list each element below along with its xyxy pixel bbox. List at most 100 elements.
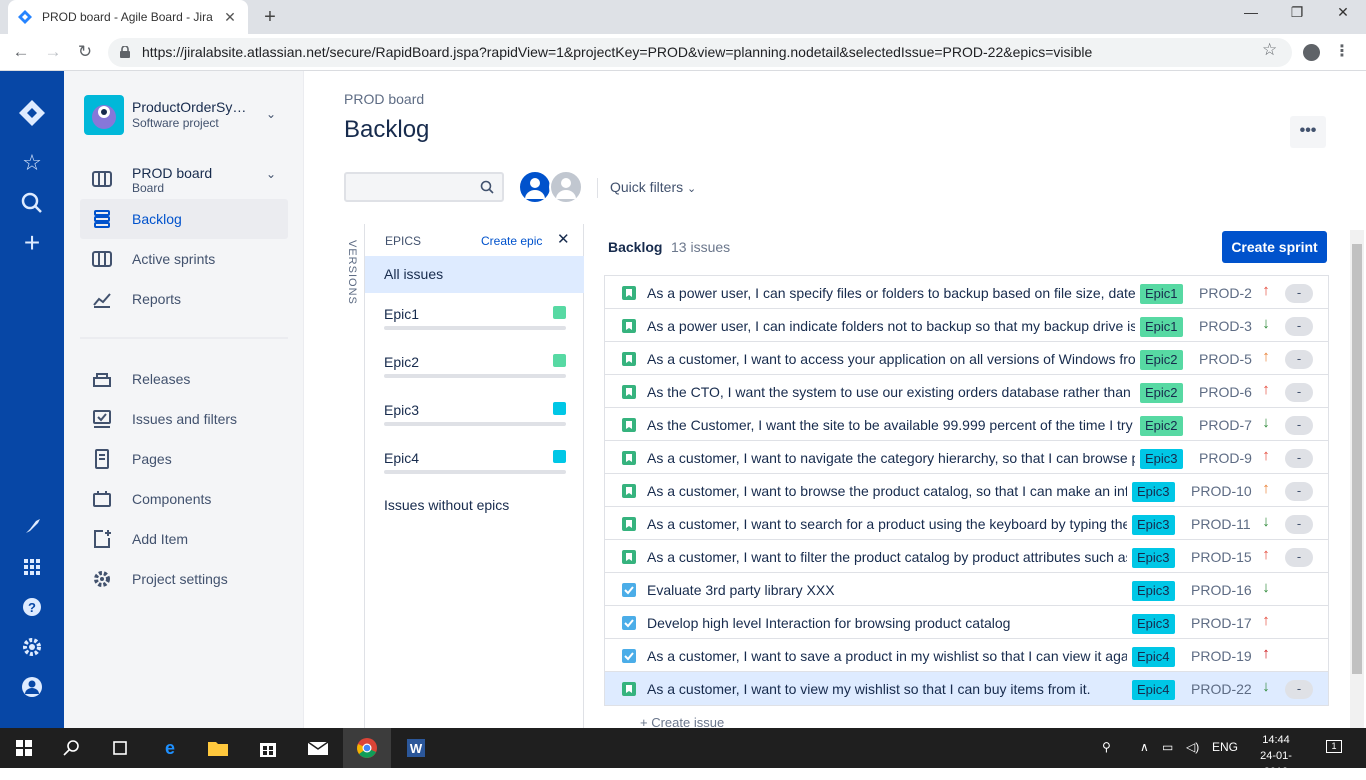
estimate-badge[interactable]: - [1285,449,1313,468]
epic-badge[interactable]: Epic3 [1132,614,1175,634]
close-icon[interactable]: ✕ [557,230,570,248]
people-icon[interactable]: ⚲ [1102,740,1111,754]
create-icon[interactable]: + [16,227,48,259]
chrome-icon[interactable] [355,736,379,760]
minimize-button[interactable]: — [1228,4,1274,20]
estimate-badge[interactable]: - [1285,482,1313,501]
versions-panel-toggle[interactable]: VERSIONS [346,240,358,305]
epic-badge[interactable]: Epic3 [1132,482,1175,502]
avatar[interactable] [518,170,552,204]
epic-badge[interactable]: Epic3 [1132,548,1175,568]
project-switcher[interactable]: ProductOrderSy… Software project ⌄ [84,95,294,137]
issue-key[interactable]: PROD-9 [1199,450,1252,466]
account-avatar-icon[interactable] [1303,44,1320,61]
issue-key[interactable]: PROD-7 [1199,417,1252,433]
sidebar-item-releases[interactable]: Releases [80,359,288,399]
issue-row[interactable]: As a customer, I want to access your app… [605,342,1328,375]
restore-button[interactable]: ❐ [1274,4,1320,21]
sidebar-item-backlog[interactable]: Backlog [80,199,288,239]
issue-key[interactable]: PROD-5 [1199,351,1252,367]
issue-key[interactable]: PROD-19 [1191,648,1252,664]
window-close-button[interactable]: ✕ [1320,4,1366,21]
epic-badge[interactable]: Epic2 [1140,416,1183,436]
input-language[interactable]: ENG [1212,740,1238,754]
issue-row[interactable]: Develop high level Interaction for brows… [605,606,1328,639]
issue-row[interactable]: As the Customer, I want the site to be a… [605,408,1328,441]
epic-badge[interactable]: Epic2 [1140,383,1183,403]
sidebar-item-components[interactable]: Components [80,479,288,519]
issue-row[interactable]: As a customer, I want to save a product … [605,639,1328,672]
help-icon[interactable]: ? [16,591,48,623]
browser-tab[interactable]: PROD board - Agile Board - Jira ✕ [8,0,248,34]
chevron-down-icon[interactable] [553,450,566,463]
issue-row[interactable]: As a customer, I want to view my wishlis… [605,672,1328,705]
issue-key[interactable]: PROD-10 [1191,483,1252,499]
issue-key[interactable]: PROD-11 [1191,516,1251,532]
epic-badge[interactable]: Epic3 [1132,581,1175,601]
issue-key[interactable]: PROD-22 [1191,681,1252,697]
browser-menu-icon[interactable]: ⋮ [1334,41,1350,61]
edge-browser-icon[interactable]: e [158,736,182,760]
issue-row[interactable]: As a customer, I want to filter the prod… [605,540,1328,573]
issue-key[interactable]: PROD-17 [1191,615,1252,631]
sidebar-item-active-sprints[interactable]: Active sprints [80,239,288,279]
epic-badge[interactable]: Epic4 [1132,647,1175,667]
sidebar-item-issues-and-filters[interactable]: Issues and filters [80,399,288,439]
bookmark-star-icon[interactable]: ☆ [1262,40,1277,60]
issue-row[interactable]: As a power user, I can specify files or … [605,276,1328,309]
create-epic-link[interactable]: Create epic [481,234,542,248]
epic-item[interactable]: Epic3 [384,402,566,442]
issue-row[interactable]: As a customer, I want to navigate the ca… [605,441,1328,474]
breadcrumb[interactable]: PROD board [344,91,424,107]
issue-row[interactable]: As the CTO, I want the system to use our… [605,375,1328,408]
search-icon[interactable] [16,187,48,219]
epic-badge[interactable]: Epic4 [1132,680,1175,700]
profile-avatar-icon[interactable] [16,671,48,703]
epic-item[interactable]: Epic1 [384,306,566,346]
chevron-up-icon[interactable]: ∧ [1140,740,1149,754]
new-tab-button[interactable]: + [260,6,280,29]
board-switcher[interactable]: PROD board Board ⌄ [80,155,288,199]
epic-badge[interactable]: Epic1 [1140,317,1183,337]
more-actions-button[interactable]: ••• [1290,116,1326,148]
issue-key[interactable]: PROD-15 [1191,549,1252,565]
system-clock[interactable]: 14:44 24-01-2019 [1248,732,1304,780]
epic-badge[interactable]: Epic1 [1140,284,1183,304]
epic-badge[interactable]: Epic2 [1140,350,1183,370]
issue-key[interactable]: PROD-16 [1191,582,1252,598]
estimate-badge[interactable]: - [1285,515,1313,534]
reload-button[interactable]: ↻ [74,41,96,63]
estimate-badge[interactable]: - [1285,383,1313,402]
estimate-badge[interactable]: - [1285,680,1313,699]
tab-close-icon[interactable]: ✕ [222,9,238,26]
quick-filters-dropdown[interactable]: Quick filters ⌄ [610,179,696,195]
volume-icon[interactable]: ◁) [1186,740,1199,754]
sidebar-item-reports[interactable]: Reports [80,279,288,319]
search-input[interactable] [344,172,504,202]
epic-item[interactable]: Epic2 [384,354,566,394]
starred-icon[interactable]: ☆ [16,147,48,179]
mail-icon[interactable] [306,736,330,760]
avatar[interactable] [549,170,583,204]
issue-row[interactable]: As a customer, I want to browse the prod… [605,474,1328,507]
chevron-down-icon[interactable]: ⌄ [266,167,276,181]
sidebar-item-project-settings[interactable]: Project settings [80,559,288,599]
file-explorer-icon[interactable] [206,736,230,760]
estimate-badge[interactable]: - [1285,317,1313,336]
settings-gear-icon[interactable] [16,631,48,663]
epic-badge[interactable]: Epic3 [1132,515,1175,535]
store-icon[interactable] [256,736,280,760]
address-bar[interactable]: https://jiralabsite.atlassian.net/secure… [108,38,1292,67]
task-view-icon[interactable] [108,736,132,760]
app-switcher-icon[interactable] [16,551,48,583]
epic-badge[interactable]: Epic3 [1140,449,1183,469]
chevron-down-icon[interactable] [553,402,566,415]
estimate-badge[interactable]: - [1285,350,1313,369]
estimate-badge[interactable]: - [1285,416,1313,435]
notification-center-icon[interactable]: 1 [1326,740,1342,753]
issue-row[interactable]: As a power user, I can indicate folders … [605,309,1328,342]
estimate-badge[interactable]: - [1285,548,1313,567]
chevron-down-icon[interactable] [553,306,566,319]
windows-start-icon[interactable] [12,736,36,760]
issue-key[interactable]: PROD-2 [1199,285,1252,301]
